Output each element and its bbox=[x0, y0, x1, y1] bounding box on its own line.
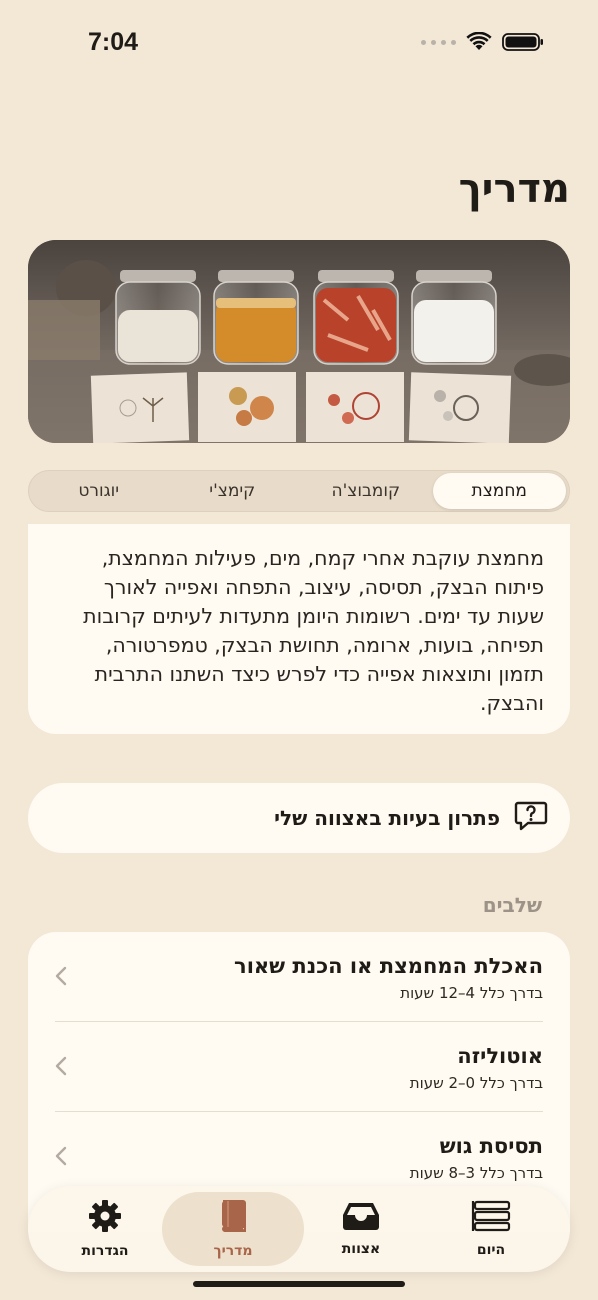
jar-yogurt bbox=[411, 270, 497, 365]
stage-duration: בדרך כלל 3–8 שעות bbox=[409, 1164, 543, 1182]
tab-bar: הגדרות מדריך אצוות היום bbox=[28, 1186, 570, 1272]
chevron-left-icon bbox=[55, 1056, 67, 1080]
signal-icon bbox=[421, 39, 456, 45]
stage-duration: בדרך כלל 0–2 שעות bbox=[409, 1074, 543, 1092]
tab-batches-label: אצוות bbox=[341, 1241, 381, 1257]
stages-header: שלבים bbox=[482, 893, 542, 917]
tab-yogurt[interactable]: יוגורט bbox=[32, 473, 166, 509]
stage-title: תסיסת גוש bbox=[439, 1134, 543, 1158]
question-bubble-icon bbox=[514, 800, 548, 836]
description-line: תזמון ותוצאות אפייה כדי לפרש כיצד השתנו … bbox=[94, 662, 544, 686]
tab-settings[interactable]: הגדרות bbox=[34, 1192, 176, 1266]
description-line: והבצק. bbox=[479, 691, 544, 715]
description-line: שעות עד ימים. רשומות היומן מתעדות לעיתים… bbox=[83, 604, 544, 628]
list-icon bbox=[471, 1200, 511, 1236]
tab-today[interactable]: היום bbox=[420, 1192, 562, 1266]
page-title: מדריך bbox=[458, 166, 570, 212]
tab-settings-label: הגדרות bbox=[81, 1243, 129, 1259]
jar-kombucha bbox=[213, 270, 299, 365]
stage-title: אוטוליזה bbox=[457, 1044, 543, 1068]
stage-row-autolyse[interactable]: אוטוליזה בדרך כלל 0–2 שעות bbox=[55, 1022, 543, 1112]
description-line: מחמצת עוקבת אחרי קמח, מים, פעילות המחמצת… bbox=[101, 546, 544, 570]
hero-image bbox=[28, 240, 570, 443]
stage-duration: בדרך כלל 4–12 שעות bbox=[400, 984, 543, 1002]
status-time: 7:04 bbox=[88, 28, 139, 56]
jar-sourdough bbox=[115, 270, 201, 365]
tab-guide-label: מדריך bbox=[213, 1243, 253, 1259]
battery-icon bbox=[502, 32, 544, 52]
tab-kimchi[interactable]: קימצ'י bbox=[166, 473, 300, 509]
tab-batches[interactable]: אצוות bbox=[290, 1192, 432, 1266]
chevron-left-icon bbox=[55, 1146, 67, 1170]
description-card: מחמצת עוקבת אחרי קמח, מים, פעילות המחמצת… bbox=[28, 524, 570, 734]
jar-kimchi bbox=[313, 270, 399, 365]
troubleshoot-label: פתרון בעיות באצווה שלי bbox=[274, 806, 500, 830]
description-line: תפיחה, בועות, ארומה, תחושת הבצק, טמפרטור… bbox=[105, 633, 544, 657]
tray-icon bbox=[341, 1201, 381, 1235]
stage-title: האכלת המחמצת או הכנת שאור bbox=[234, 954, 543, 978]
tab-guide[interactable]: מדריך bbox=[162, 1192, 304, 1266]
tab-sourdough[interactable]: מחמצת bbox=[432, 473, 566, 509]
description-line: פיתוח הבצק, תסיסה, עיצוב, התפחה ואפייה ל… bbox=[103, 575, 544, 599]
fermentation-type-tabs: מחמצת קומבוצ'ה קימצ'י יוגורט bbox=[28, 470, 570, 512]
book-icon bbox=[219, 1199, 247, 1237]
wifi-icon bbox=[466, 32, 492, 52]
status-icons bbox=[421, 32, 544, 52]
tab-today-label: היום bbox=[476, 1242, 506, 1258]
troubleshoot-button[interactable]: פתרון בעיות באצווה שלי bbox=[28, 783, 570, 853]
gear-icon bbox=[88, 1199, 122, 1237]
tab-kombucha[interactable]: קומבוצ'ה bbox=[299, 473, 433, 509]
status-bar: 7:04 bbox=[0, 0, 598, 90]
home-indicator[interactable] bbox=[193, 1281, 405, 1287]
chevron-left-icon bbox=[55, 966, 67, 990]
stage-row-feeding[interactable]: האכלת המחמצת או הכנת שאור בדרך כלל 4–12 … bbox=[55, 932, 543, 1022]
